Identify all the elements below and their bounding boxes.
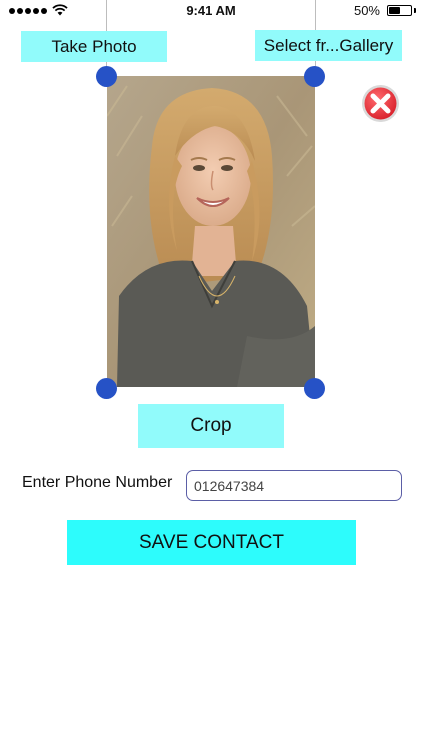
- contact-photo: [107, 76, 315, 387]
- crop-button[interactable]: Crop: [138, 404, 284, 448]
- crop-handle-bottom-right[interactable]: [304, 378, 325, 399]
- crop-handle-top-left[interactable]: [96, 66, 117, 87]
- battery-cap: [414, 8, 416, 13]
- screen: 9:41 AM 50% Take Photo Select fr...Galle…: [0, 0, 422, 750]
- status-bar: 9:41 AM 50%: [0, 0, 422, 22]
- take-photo-button[interactable]: Take Photo: [21, 31, 167, 62]
- battery-percent: 50%: [353, 3, 380, 18]
- phone-number-label: Enter Phone Number: [22, 474, 173, 491]
- crop-handle-top-right[interactable]: [304, 66, 325, 87]
- select-from-gallery-button[interactable]: Select fr...Gallery: [255, 30, 402, 61]
- save-contact-button[interactable]: SAVE CONTACT: [67, 520, 356, 565]
- battery-level-fill: [389, 7, 400, 14]
- phone-number-input[interactable]: [186, 470, 402, 501]
- battery-icon: [387, 5, 412, 16]
- close-icon[interactable]: [361, 84, 400, 123]
- crop-handle-bottom-left[interactable]: [96, 378, 117, 399]
